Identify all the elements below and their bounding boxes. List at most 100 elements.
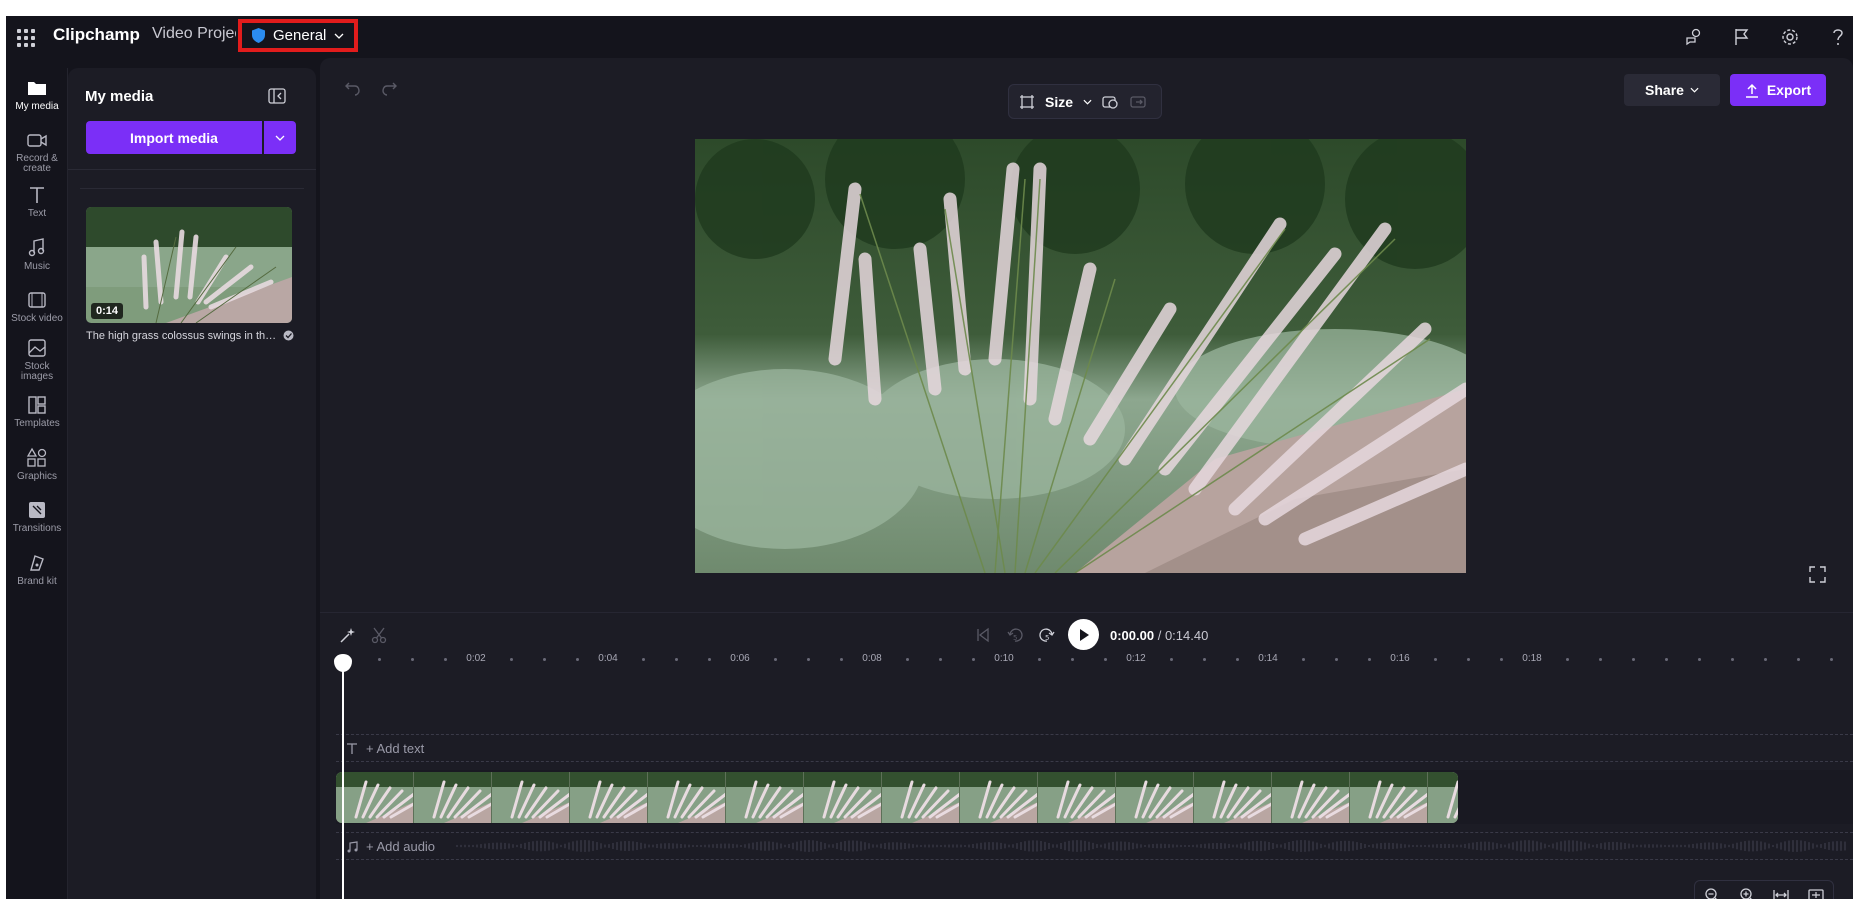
preview-timeline-divider xyxy=(320,612,1853,613)
flag-icon[interactable] xyxy=(1729,24,1755,50)
waveform-bar xyxy=(688,844,690,848)
workspace-selector[interactable]: General xyxy=(238,19,358,52)
collapse-panel-icon[interactable] xyxy=(268,88,286,104)
waveform-bar xyxy=(776,842,778,850)
nav-record-create[interactable]: Record & create xyxy=(6,128,68,174)
chevron-down-icon xyxy=(1690,87,1699,93)
waveform-bar xyxy=(524,842,526,850)
waveform-bar xyxy=(1372,844,1374,848)
waveform-bar xyxy=(1636,844,1638,848)
total-time: / 0:14.40 xyxy=(1157,628,1209,643)
workspace-label: General xyxy=(273,27,327,44)
replace-icon[interactable] xyxy=(1130,94,1148,110)
waveform-bar xyxy=(1464,843,1466,849)
waveform-bar xyxy=(1060,842,1062,850)
app-launcher-icon[interactable] xyxy=(14,26,38,50)
waveform-bar xyxy=(1656,844,1658,848)
nav-templates[interactable]: Templates xyxy=(6,393,68,429)
add-text-label[interactable]: + Add text xyxy=(366,741,424,756)
import-media-dropdown[interactable] xyxy=(264,121,296,154)
check-circle-icon xyxy=(283,330,294,341)
nav-label: Templates xyxy=(14,418,60,429)
rewind-5s-icon[interactable]: 5 xyxy=(1006,626,1024,644)
fullscreen-icon[interactable] xyxy=(1809,566,1826,583)
ruler-tick xyxy=(543,658,546,661)
nav-graphics[interactable]: Graphics xyxy=(6,446,68,482)
waveform-bar xyxy=(1004,843,1006,849)
waveform-bar xyxy=(1160,843,1162,849)
forward-5s-icon[interactable]: 5 xyxy=(1038,626,1056,644)
ruler-tick xyxy=(1170,658,1173,661)
waveform-bar xyxy=(844,841,846,851)
nav-brand-kit[interactable]: Brand kit xyxy=(6,551,68,587)
video-clip[interactable] xyxy=(336,772,1458,823)
waveform-bar xyxy=(1804,841,1806,851)
text-track[interactable]: + Add text xyxy=(336,734,1853,762)
waveform-bar xyxy=(1544,843,1546,849)
crop-frame-icon[interactable] xyxy=(1019,94,1035,110)
waveform-bar xyxy=(1368,844,1370,848)
zoom-out-icon[interactable] xyxy=(1704,887,1720,899)
waveform-bar xyxy=(664,843,666,849)
nav-text[interactable]: Text xyxy=(6,183,68,219)
video-filmstrip xyxy=(336,772,1458,823)
help-icon[interactable] xyxy=(1825,24,1851,50)
skip-to-start-icon[interactable] xyxy=(974,626,992,644)
nav-transitions[interactable]: Transitions xyxy=(6,498,68,534)
waveform-bar xyxy=(1752,840,1754,852)
nav-music[interactable]: Music xyxy=(6,236,68,272)
audio-track[interactable]: + Add audio xyxy=(336,832,1853,860)
waveform-bar xyxy=(1012,844,1014,848)
waveform-bar xyxy=(1300,840,1302,852)
nav-my-media[interactable]: My media xyxy=(6,76,68,112)
ruler-tick xyxy=(1500,658,1503,661)
waveform-bar xyxy=(1212,843,1214,849)
add-audio-label[interactable]: + Add audio xyxy=(366,839,435,854)
scissors-icon[interactable] xyxy=(370,626,388,644)
project-name[interactable]: Video Project xyxy=(152,25,236,43)
size-button[interactable]: Size xyxy=(1045,94,1073,110)
waveform-bar xyxy=(1328,843,1330,849)
waveform-bar xyxy=(1648,844,1650,848)
waveform-bar xyxy=(1516,841,1518,851)
waveform-bar xyxy=(1240,843,1242,849)
timeline-settings-icon[interactable] xyxy=(1808,887,1824,899)
magic-wand-icon[interactable] xyxy=(339,626,357,644)
undo-icon[interactable] xyxy=(344,80,362,98)
waveform-bar xyxy=(1788,840,1790,852)
share-button[interactable]: Share xyxy=(1624,74,1720,106)
nav-stock-video[interactable]: Stock video xyxy=(6,288,68,324)
ruler-tick xyxy=(1071,658,1074,661)
waveform-bar xyxy=(1356,842,1358,850)
zoom-in-icon[interactable] xyxy=(1739,887,1755,899)
waveform-bar xyxy=(1680,844,1682,848)
fit-to-width-icon[interactable] xyxy=(1773,887,1789,899)
timeline-zoom-controls xyxy=(1694,880,1834,899)
gear-icon[interactable] xyxy=(1777,24,1803,50)
waveform-bar xyxy=(1216,842,1218,850)
waveform-bar xyxy=(568,842,570,850)
waveform-bar xyxy=(1672,844,1674,848)
waveform-bar xyxy=(1088,841,1090,851)
waveform-bar xyxy=(1120,841,1122,851)
waveform-bar xyxy=(1772,844,1774,848)
waveform-bar xyxy=(980,842,982,850)
video-preview[interactable] xyxy=(695,139,1466,573)
waveform-bar xyxy=(1520,840,1522,852)
media-thumbnail[interactable]: 0:14 xyxy=(86,207,292,323)
feedback-icon[interactable] xyxy=(1681,24,1707,50)
export-button[interactable]: Export xyxy=(1730,74,1826,106)
waveform-bar xyxy=(1452,844,1454,848)
waveform-bar xyxy=(840,841,842,851)
waveform-bar xyxy=(788,843,790,849)
waveform-bar xyxy=(1684,844,1686,848)
waveform-bar xyxy=(1784,841,1786,851)
import-media-button[interactable]: Import media xyxy=(86,121,262,154)
waveform-bar xyxy=(1496,843,1498,849)
nav-stock-images[interactable]: Stock images xyxy=(6,336,68,382)
filmstrip-frame xyxy=(1194,772,1286,823)
redo-icon[interactable] xyxy=(380,80,398,98)
background-remove-icon[interactable] xyxy=(1102,94,1120,110)
brand-kit-icon xyxy=(30,555,44,571)
timeline-ruler[interactable]: 0:02 0:04 0:06 0:08 0:10 0:12 0:14 0:16 0:18 xyxy=(320,646,1853,676)
